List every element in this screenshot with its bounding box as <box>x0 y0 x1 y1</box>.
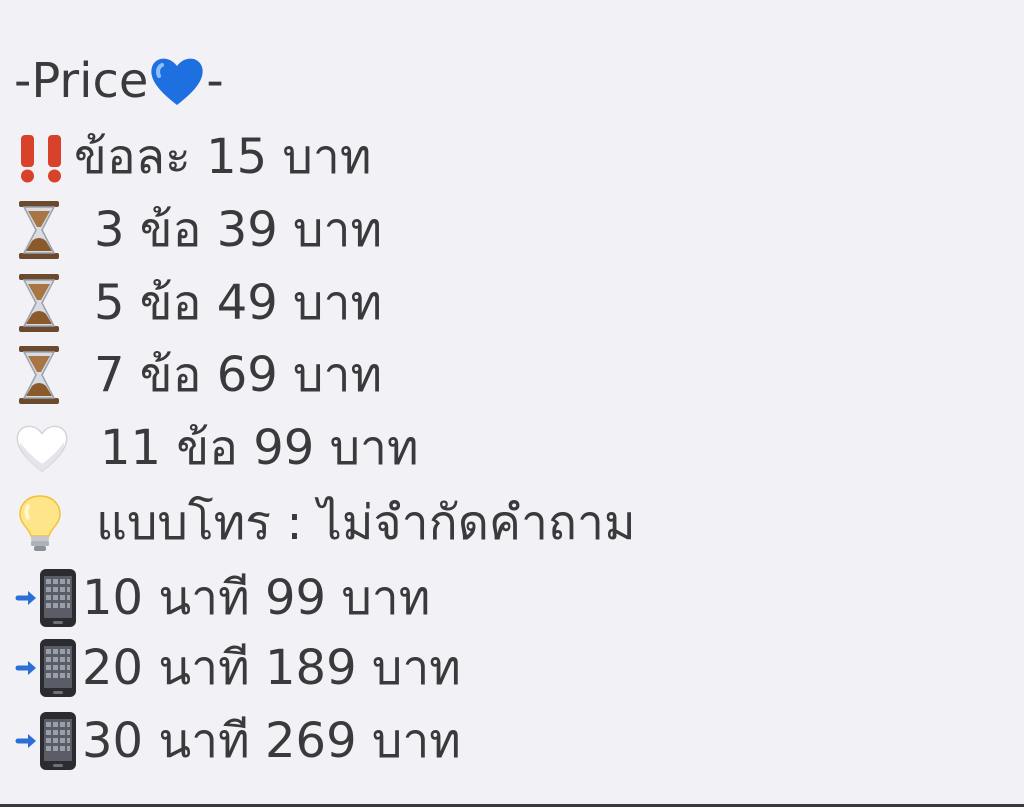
hourglass-icon <box>14 199 64 261</box>
item-text: 10 นาที 99 บาท <box>82 570 431 626</box>
list-item: 10 นาที 99 บาท <box>14 563 430 633</box>
white-heart-icon <box>14 422 70 474</box>
item-text: ข้อละ 15 บาท <box>74 129 372 185</box>
item-text: 5 ข้อ 49 บาท <box>94 275 383 331</box>
price-title: -Price - <box>14 46 224 116</box>
title-prefix: -Price <box>14 53 149 109</box>
hourglass-icon <box>14 344 64 406</box>
double-exclamation-icon <box>14 129 70 185</box>
list-item: 3 ข้อ 39 บาท <box>14 195 382 265</box>
item-text: 30 นาที 269 บาท <box>82 713 461 769</box>
item-text: 11 ข้อ 99 บาท <box>100 420 419 476</box>
list-item: 30 นาที 269 บาท <box>14 706 461 776</box>
blue-heart-icon <box>148 55 206 107</box>
phone-arrow-icon <box>14 710 82 772</box>
list-item: 7 ข้อ 69 บาท <box>14 340 382 410</box>
list-item: 20 นาที 189 บาท <box>14 633 461 703</box>
list-item: 11 ข้อ 99 บาท <box>14 413 419 483</box>
phone-arrow-icon <box>14 637 82 699</box>
list-item: ข้อละ 15 บาท <box>14 122 372 192</box>
item-text: แบบโทร : ไม่จำกัดคำถาม <box>96 495 636 551</box>
item-text: 20 นาที 189 บาท <box>82 640 461 696</box>
price-list-card: -Price - ข้อละ 15 บาท 3 ข้อ 39 บาท 5 ข้อ… <box>0 0 1024 807</box>
hourglass-icon <box>14 272 64 334</box>
list-item: แบบโทร : ไม่จำกัดคำถาม <box>14 488 636 558</box>
item-text: 3 ข้อ 39 บาท <box>94 202 383 258</box>
list-item: 5 ข้อ 49 บาท <box>14 268 382 338</box>
item-text: 7 ข้อ 69 บาท <box>94 347 383 403</box>
phone-arrow-icon <box>14 567 82 629</box>
light-bulb-icon <box>14 492 66 554</box>
title-suffix: - <box>206 53 224 109</box>
